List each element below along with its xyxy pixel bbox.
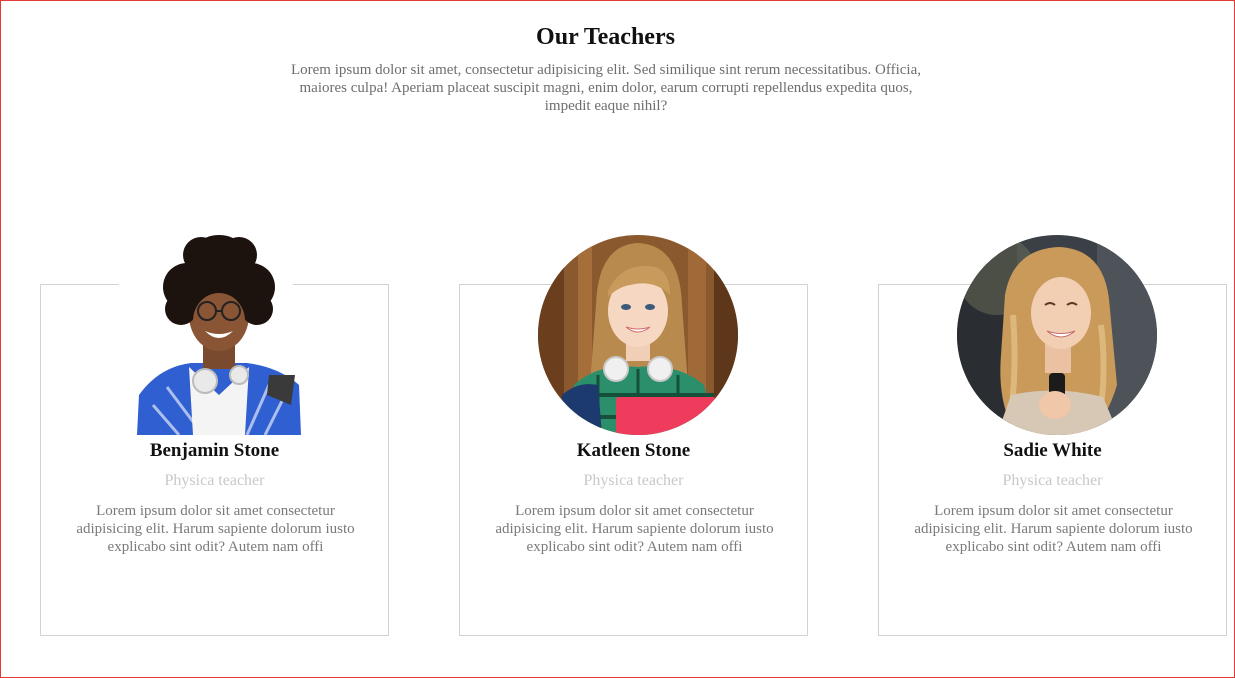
teacher-photo — [119, 235, 319, 435]
teacher-role: Physica teacher — [1002, 472, 1103, 489]
teacher-photo — [957, 235, 1157, 435]
teacher-bio: Lorem ipsum dolor sit amet consectetur a… — [914, 503, 1193, 555]
section-intro: Lorem ipsum dolor sit amet, consectetur … — [290, 62, 921, 114]
teacher-card: Sadie White Physica teacher Lorem ipsum … — [878, 235, 1227, 636]
teacher-photo — [538, 235, 738, 435]
teacher-role: Physica teacher — [583, 472, 684, 489]
teacher-name: Sadie White — [1003, 440, 1102, 461]
teacher-bio: Lorem ipsum dolor sit amet consectetur a… — [495, 503, 774, 555]
teacher-role: Physica teacher — [164, 472, 265, 489]
section-title: Our Teachers — [536, 24, 675, 50]
teacher-bio: Lorem ipsum dolor sit amet consectetur a… — [76, 503, 355, 555]
teacher-card: Katleen Stone Physica teacher Lorem ipsu… — [459, 235, 808, 636]
teacher-card: Benjamin Stone Physica teacher Lorem ips… — [40, 235, 389, 636]
teacher-name: Katleen Stone — [576, 440, 691, 461]
teacher-name: Benjamin Stone — [149, 440, 280, 461]
